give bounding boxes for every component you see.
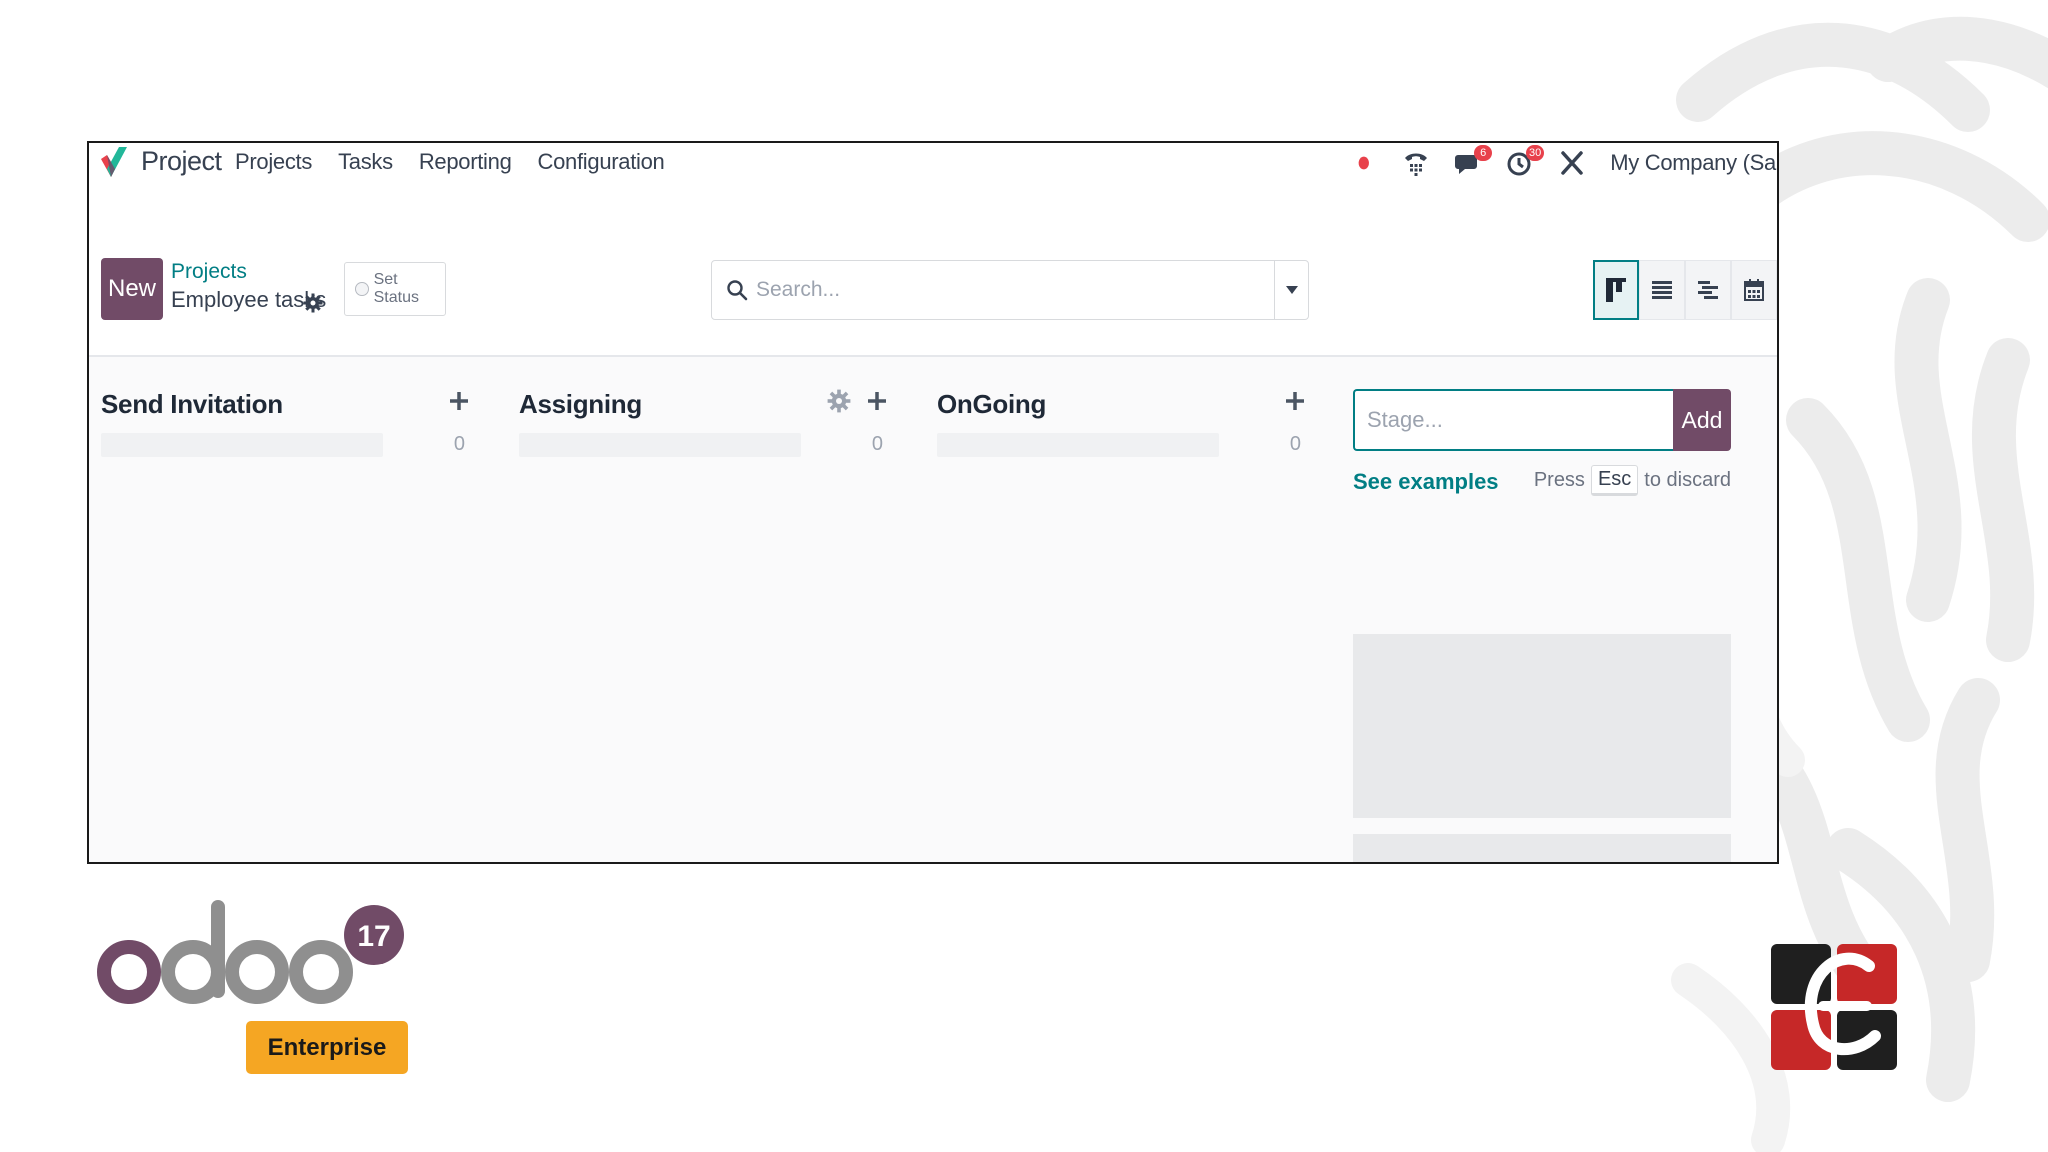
search-bar (711, 260, 1309, 320)
menu-projects[interactable]: Projects (235, 149, 312, 175)
systray: 6 30 My Company (Sar (1358, 143, 1777, 183)
search-input[interactable] (756, 278, 1274, 302)
column-actions (827, 389, 889, 413)
search-icon (727, 280, 748, 301)
odoo-app-window: Project Projects Tasks Reporting Configu… (87, 141, 1779, 864)
stage-name-input[interactable] (1353, 389, 1673, 451)
list-icon (1652, 281, 1672, 299)
kanban-column: Assigning 0 (507, 389, 889, 509)
gear-icon[interactable] (303, 293, 323, 313)
column-count: 0 (871, 433, 883, 455)
column-actions (1283, 389, 1307, 413)
view-list-button[interactable] (1639, 260, 1685, 320)
main-menu: Projects Tasks Reporting Configuration (235, 149, 665, 175)
kanban-column: Send Invitation 0 (89, 389, 471, 509)
company-switcher[interactable]: My Company (Sar (1610, 150, 1777, 176)
stage-hint: See examples Press Esc to discard (1353, 463, 1731, 513)
phone-icon[interactable] (1402, 149, 1430, 177)
discard-hint: Press Esc to discard (1534, 465, 1731, 496)
column-progress-bar (519, 433, 801, 457)
set-status-label: Set Status (373, 271, 419, 306)
gantt-icon (1698, 281, 1718, 299)
search-options-toggle[interactable] (1274, 261, 1308, 319)
activities-badge: 30 (1525, 145, 1545, 161)
add-stage-button[interactable]: Add (1673, 389, 1731, 451)
column-count: 0 (1289, 433, 1301, 455)
kanban-view: Send Invitation 0 Assigning 0 OnGoing 0 … (89, 359, 1777, 862)
column-count: 0 (453, 433, 465, 455)
quick-create-stage: Add See examples Press Esc to discard (1353, 389, 1731, 513)
ghost-column-placeholder (1353, 634, 1731, 818)
column-actions (447, 389, 471, 413)
set-status-button[interactable]: Set Status (344, 262, 446, 316)
view-gantt-button[interactable] (1685, 260, 1731, 320)
kanban-icon (1606, 278, 1626, 302)
menu-configuration[interactable]: Configuration (538, 149, 665, 175)
plus-icon[interactable] (865, 389, 889, 413)
messages-badge: 6 (1474, 145, 1493, 161)
activities-button[interactable]: 30 (1506, 145, 1545, 177)
breadcrumb-projects[interactable]: Projects (171, 260, 247, 284)
messages-button[interactable]: 6 (1454, 145, 1493, 177)
tools-icon[interactable] (1558, 149, 1586, 177)
column-title[interactable]: OnGoing (937, 389, 1046, 420)
control-panel: New Projects Employee tasks Set Status (89, 183, 1777, 357)
press-label: Press (1533, 469, 1585, 491)
gear-icon[interactable] (827, 389, 851, 413)
version-badge: 17 (357, 920, 390, 953)
stage-input-group: Add (1353, 389, 1731, 451)
kanban-column: OnGoing 0 (925, 389, 1307, 509)
to-discard-label: to discard (1644, 469, 1731, 491)
plus-icon[interactable] (447, 389, 471, 413)
caret-down-icon (1285, 286, 1298, 294)
column-title[interactable]: Send Invitation (101, 389, 283, 420)
see-examples-link[interactable]: See examples (1353, 469, 1499, 495)
plus-icon[interactable] (1283, 389, 1307, 413)
view-calendar-button[interactable] (1731, 260, 1777, 320)
recording-dot-icon[interactable] (1358, 149, 1376, 177)
column-progress-bar (937, 433, 1219, 457)
view-switcher (1593, 260, 1777, 320)
navbar: Project Projects Tasks Reporting Configu… (89, 143, 1777, 183)
menu-reporting[interactable]: Reporting (419, 149, 512, 175)
project-app-icon[interactable] (99, 145, 129, 179)
new-button[interactable]: New (101, 258, 163, 320)
calendar-icon (1744, 279, 1764, 301)
column-title[interactable]: Assigning (519, 389, 642, 420)
esc-key: Esc (1590, 465, 1639, 496)
view-kanban-button[interactable] (1593, 260, 1639, 320)
partner-logo (1771, 944, 1897, 1070)
column-progress-bar (101, 433, 383, 457)
ghost-column-placeholder (1353, 834, 1731, 862)
status-circle-icon (355, 282, 369, 296)
enterprise-badge: Enterprise (246, 1021, 408, 1074)
app-name[interactable]: Project (141, 146, 222, 177)
menu-tasks[interactable]: Tasks (338, 149, 393, 175)
